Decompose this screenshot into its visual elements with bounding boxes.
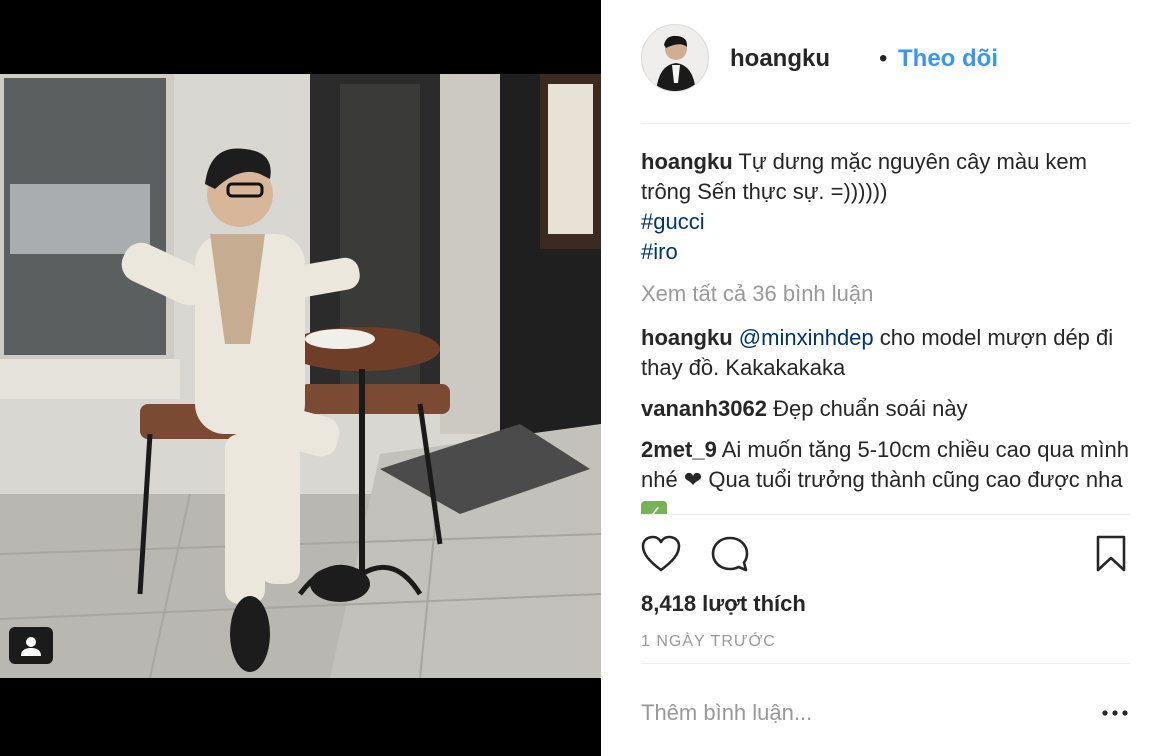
hashtag-gucci[interactable]: #gucci — [641, 209, 705, 234]
comment-mention[interactable]: @minxinhdep — [739, 325, 874, 350]
comment-username[interactable]: hoangku — [641, 325, 733, 350]
comment-item: 2met_9 Ai muốn tăng 5-10cm chiều cao qua… — [641, 435, 1130, 514]
post-author-username[interactable]: hoangku — [730, 45, 830, 73]
caption: hoangku Tự dưng mặc nguyên cây màu kem t… — [641, 147, 1130, 267]
comment-item: hoangku @minxinhdep cho model mượn dép đ… — [641, 323, 1130, 383]
follow-button[interactable]: Theo dõi — [898, 45, 998, 73]
hashtag-iro[interactable]: #iro — [641, 239, 678, 264]
add-comment-form — [641, 696, 1130, 732]
user-tag-icon — [21, 636, 41, 656]
comment-username[interactable]: 2met_9 — [641, 437, 717, 462]
comment-bubble-icon[interactable] — [710, 535, 750, 578]
view-all-comments-link[interactable]: Xem tất cả 36 bình luận — [641, 279, 1130, 309]
tagged-users-badge[interactable] — [9, 627, 53, 664]
bookmark-icon[interactable] — [1095, 535, 1127, 578]
post-media-pane — [0, 0, 601, 756]
avatar-image — [642, 25, 708, 91]
post-timestamp: 1 NGÀY TRƯỚC — [641, 633, 776, 650]
avatar[interactable] — [641, 24, 709, 92]
more-options-icon[interactable] — [1100, 700, 1130, 726]
comment-text: Đẹp chuẩn soái này — [773, 396, 968, 421]
comments-list[interactable]: hoangku Tự dưng mặc nguyên cây màu kem t… — [641, 147, 1130, 514]
heart-icon[interactable] — [641, 535, 681, 578]
caption-username[interactable]: hoangku — [641, 149, 733, 174]
header-separator: • — [879, 45, 888, 72]
post-photo-illustration — [0, 74, 601, 678]
post-details-panel: hoangku • Theo dõi hoangku Tự dưng mặc n… — [601, 0, 1166, 756]
comment-username[interactable]: vananh3062 — [641, 396, 767, 421]
post-header: hoangku • Theo dõi — [641, 24, 1130, 124]
comment-input[interactable] — [641, 696, 1061, 730]
likes-count[interactable]: 8,418 lượt thích — [641, 591, 806, 617]
post-photo[interactable] — [0, 74, 601, 678]
post-actions: 8,418 lượt thích 1 NGÀY TRƯỚC — [641, 514, 1130, 664]
check-mark-icon: ✓ — [641, 501, 667, 514]
comment-item: vananh3062 Đẹp chuẩn soái này — [641, 394, 1130, 424]
